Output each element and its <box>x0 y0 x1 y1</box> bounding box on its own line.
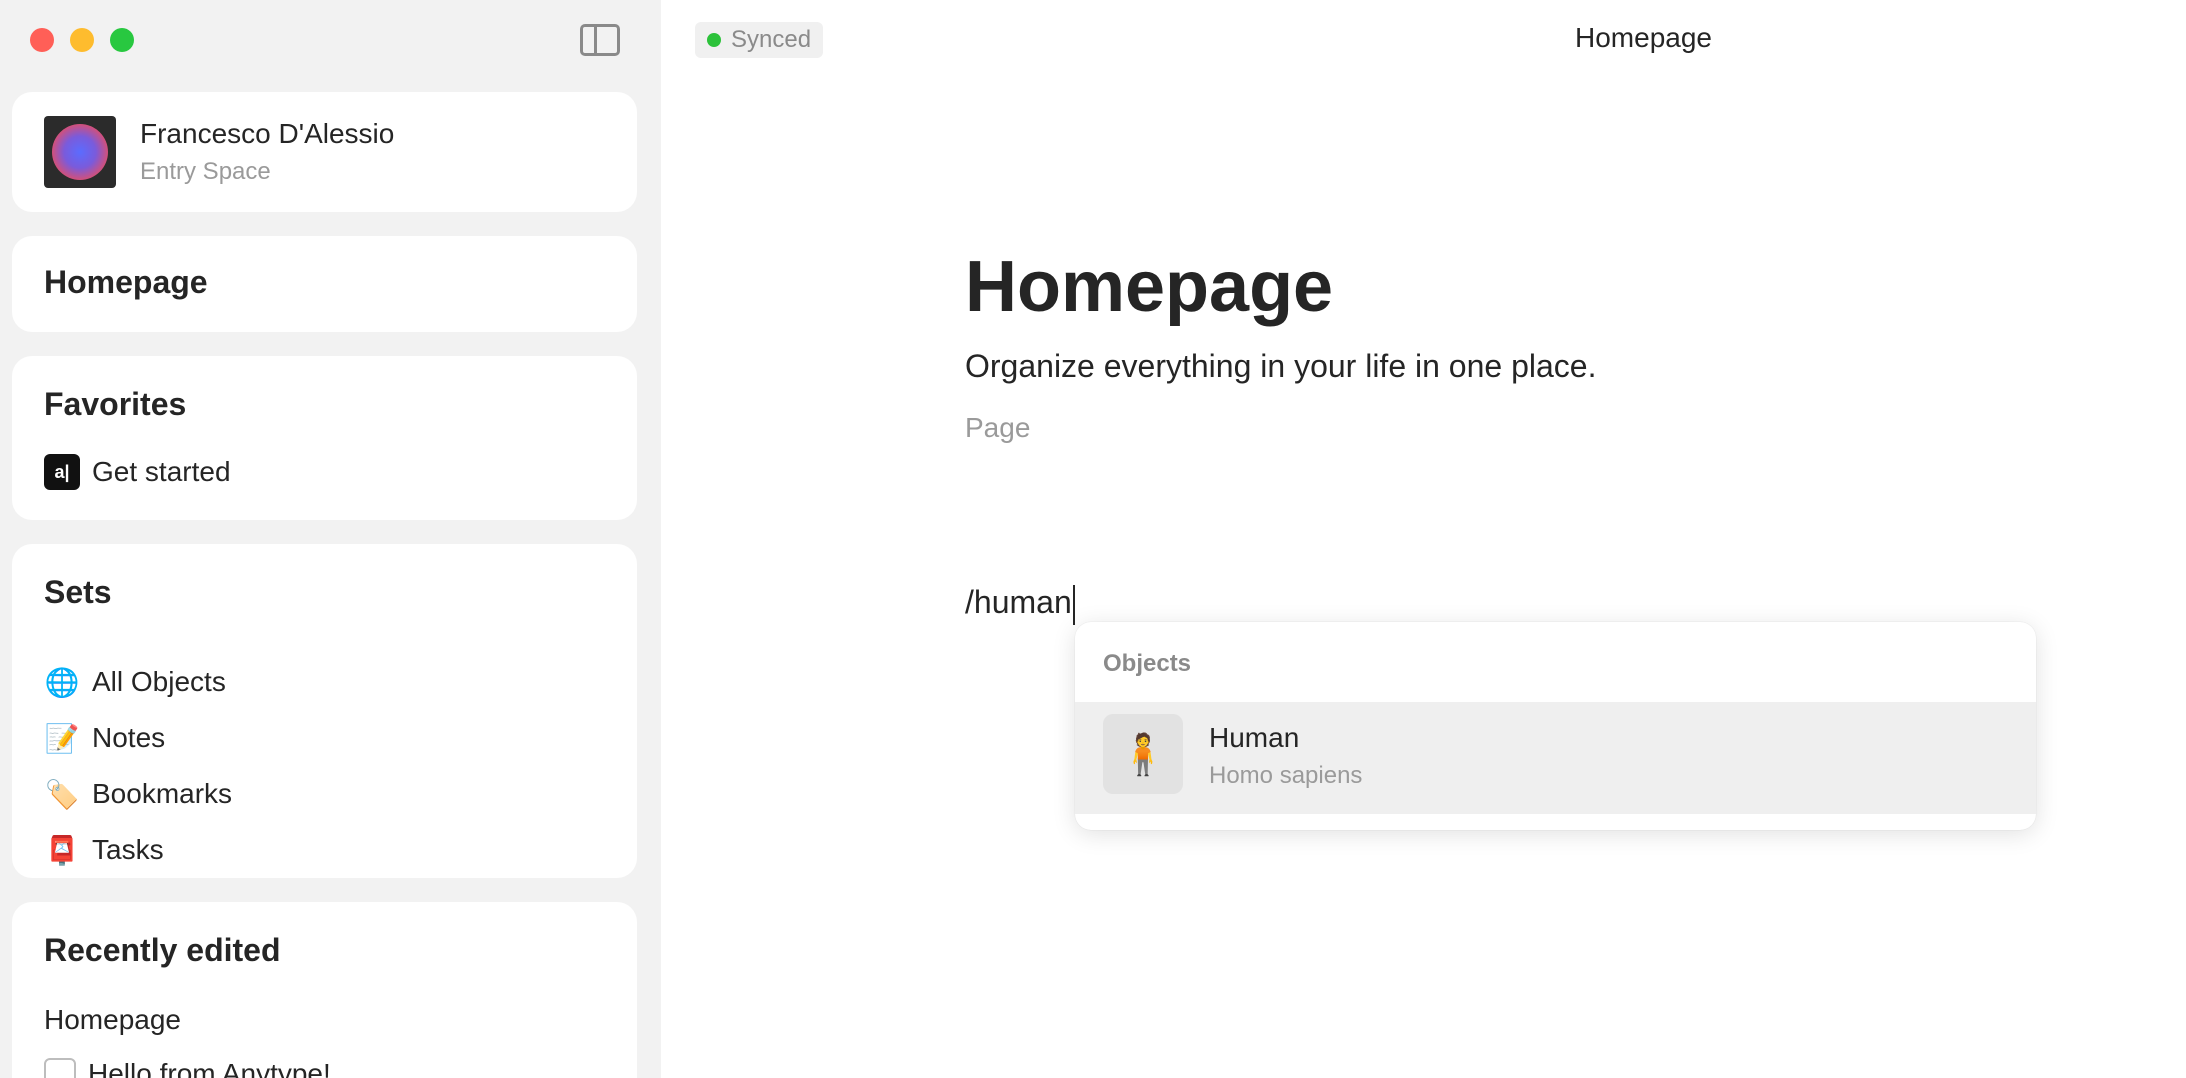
sync-status-badge[interactable]: Synced <box>695 22 824 58</box>
space-name: Entry Space <box>140 158 271 185</box>
recent-item-hello[interactable]: Hello from Anytype! <box>44 1054 331 1078</box>
profile-name: Francesco D'Alessio <box>140 118 395 149</box>
close-window-button[interactable] <box>30 28 54 52</box>
sync-dot-icon <box>707 33 721 47</box>
sync-status-label: Synced <box>731 26 812 53</box>
menu-item-name: Human <box>1209 722 1300 753</box>
recently-edited-title: Recently edited <box>44 932 281 968</box>
menu-item-description: Homo sapiens <box>1209 762 1363 789</box>
sidebar: Francesco D'Alessio Entry Space Homepage… <box>0 0 661 1078</box>
sidebar-item-label: All Objects <box>92 666 226 697</box>
recent-item-label: Hello from Anytype! <box>88 1058 331 1078</box>
sidebar-item-all-objects[interactable]: 🌐 All Objects <box>44 662 226 702</box>
editor-block-input[interactable]: /human <box>965 584 1075 625</box>
sidebar-item-label: Notes <box>92 722 166 753</box>
maximize-window-button[interactable] <box>110 28 134 52</box>
postbox-icon: 📮 <box>44 834 80 866</box>
editor-area: Synced Homepage Homepage Organize everyt… <box>661 0 2186 1078</box>
recently-edited-card: Recently edited Homepage Hello from Anyt… <box>12 902 637 1078</box>
recent-item-homepage[interactable]: Homepage <box>44 1000 181 1040</box>
anytype-logo-icon: a| <box>44 454 80 490</box>
sidebar-item-label: Bookmarks <box>92 778 233 809</box>
favorites-title: Favorites <box>44 386 187 422</box>
memo-icon: 📝 <box>44 722 80 754</box>
sets-card: Sets 🌐 All Objects 📝 Notes 🏷️ Bookmarks … <box>12 544 637 878</box>
person-standing-icon: 🧍 <box>1103 714 1183 794</box>
favorites-card: Favorites a| Get started <box>12 356 637 520</box>
toggle-sidebar-icon[interactable] <box>580 24 620 56</box>
globe-icon: 🌐 <box>44 666 80 698</box>
profile-card[interactable]: Francesco D'Alessio Entry Space <box>12 92 637 212</box>
page-title[interactable]: Homepage <box>965 246 1333 328</box>
sidebar-item-homepage[interactable]: Homepage <box>44 264 208 301</box>
slash-command-text: /human <box>965 584 1072 620</box>
sidebar-item-bookmarks[interactable]: 🏷️ Bookmarks <box>44 774 232 814</box>
sidebar-item-notes[interactable]: 📝 Notes <box>44 718 166 758</box>
menu-item-human[interactable]: 🧍 Human Homo sapiens <box>1075 702 2036 814</box>
sidebar-item-get-started[interactable]: a| Get started <box>44 452 231 492</box>
menu-section-title: Objects <box>1103 650 1192 677</box>
checkbox-icon[interactable] <box>44 1058 76 1078</box>
minimize-window-button[interactable] <box>70 28 94 52</box>
sidebar-item-tasks[interactable]: 📮 Tasks <box>44 830 164 870</box>
header-title: Homepage <box>1575 22 1712 53</box>
avatar <box>44 116 116 188</box>
slash-command-menu: Objects 🧍 Human Homo sapiens <box>1075 622 2036 830</box>
sets-title: Sets <box>44 574 112 610</box>
tag-icon: 🏷️ <box>44 778 80 810</box>
page-type[interactable]: Page <box>965 412 1030 444</box>
sidebar-item-label: Get started <box>92 456 231 487</box>
recent-item-label: Homepage <box>44 1004 181 1035</box>
page-description[interactable]: Organize everything in your life in one … <box>965 348 1596 385</box>
sidebar-homepage-card[interactable]: Homepage <box>12 236 637 332</box>
text-caret <box>1072 584 1075 625</box>
sidebar-item-label: Tasks <box>92 834 164 865</box>
